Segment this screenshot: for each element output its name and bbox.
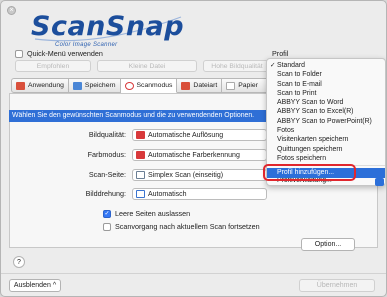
quality-recommended-button[interactable]: Empfohlen	[15, 60, 91, 72]
select-value: Automatische Auflösung	[148, 131, 224, 139]
chevron-up-icon: ^	[52, 282, 57, 289]
scanvorgang-row[interactable]: Scanvorgang nach aktuellem Scan fortsetz…	[103, 222, 260, 231]
settings-tabbar: Anwendung Speichern Scanmodus Dateiart P…	[11, 78, 271, 93]
tab-label: Papier	[238, 82, 258, 89]
color-mode-icon	[136, 151, 145, 159]
select-value: Simplex Scan (einseitig)	[148, 171, 224, 179]
leere-seiten-row[interactable]: ✓ Leere Seiten auslassen	[103, 209, 190, 218]
app-icon	[16, 81, 25, 90]
hide-button-label: Ausblenden	[13, 282, 51, 289]
filetype-icon	[181, 81, 191, 90]
image-quality-icon	[136, 131, 145, 139]
bildqualitaet-label: Bildqualität:	[88, 130, 126, 139]
farbmodus-select[interactable]: Automatische Farberkennung	[132, 149, 267, 161]
checkmark-icon: ✓	[270, 62, 276, 69]
bottom-divider	[1, 273, 386, 274]
scansnap-logo: ScanSnap Color Image Scanner	[31, 11, 221, 51]
tab-label: Dateiart	[193, 82, 218, 89]
scansnap-settings-window: × ScanSnap Color Image Scanner Quick-Men…	[0, 0, 387, 297]
scanvorgang-label: Scanvorgang nach aktuellem Scan fortsetz…	[115, 222, 260, 231]
hide-button[interactable]: Ausblenden ^	[9, 279, 61, 292]
profile-item-label: Standard	[277, 62, 305, 69]
tab-papier[interactable]: Papier	[222, 78, 271, 93]
leere-seiten-label: Leere Seiten auslassen	[115, 209, 191, 218]
tab-label: Scanmodus	[136, 82, 173, 89]
profile-item[interactable]: ABBYY Scan to Word	[267, 98, 385, 107]
logo-title: ScanSnap	[31, 11, 185, 42]
profile-item-standard[interactable]: ✓ Standard	[267, 61, 385, 70]
scanseite-select[interactable]: Simplex Scan (einseitig)	[132, 169, 267, 181]
scan-side-icon	[136, 171, 145, 179]
help-button[interactable]: ?	[13, 256, 25, 268]
close-button[interactable]: ×	[7, 6, 16, 15]
instruction-banner: Wählen Sie den gewünschten Scanmodus und…	[9, 110, 271, 122]
profile-item[interactable]: Scan to Folder	[267, 70, 385, 79]
leere-seiten-checkbox[interactable]: ✓	[103, 209, 111, 218]
bilddrehung-select[interactable]: Automatisch	[132, 188, 267, 200]
option-button[interactable]: Option...	[301, 238, 355, 251]
tab-speichern[interactable]: Speichern	[68, 78, 121, 93]
profile-item[interactable]: Fotos	[267, 126, 385, 135]
quality-high-button[interactable]: Hohe Bildqualität	[203, 60, 271, 72]
logo-subtitle: Color Image Scanner	[55, 42, 118, 48]
save-icon	[72, 81, 82, 90]
profile-label: Profil	[272, 49, 289, 58]
tab-label: Speichern	[84, 82, 116, 89]
profile-item[interactable]: Visitenkarten speichern	[267, 135, 385, 144]
profile-item[interactable]: Fotos speichern	[267, 154, 385, 163]
apply-button[interactable]: Übernehmen	[299, 279, 375, 292]
quick-menu-row[interactable]: Quick-Menü verwenden	[15, 49, 103, 58]
tab-dateiart[interactable]: Dateiart	[177, 78, 223, 93]
rotation-icon	[136, 190, 145, 198]
tab-anwendung[interactable]: Anwendung	[11, 78, 69, 93]
quick-menu-label: Quick-Menü verwenden	[27, 49, 103, 58]
select-value: Automatisch	[148, 190, 187, 198]
paper-icon	[226, 81, 236, 90]
profile-item[interactable]: Scan to E-mail	[267, 80, 385, 89]
highlight-ring	[263, 164, 356, 181]
scanmode-icon	[124, 81, 134, 90]
scanvorgang-checkbox[interactable]	[103, 222, 111, 231]
farbmodus-label: Farbmodus:	[87, 150, 126, 159]
bildqualitaet-select[interactable]: Automatische Auflösung	[132, 129, 267, 141]
quality-small-file-button[interactable]: Kleine Datei	[97, 60, 197, 72]
select-value: Automatische Farberkennung	[148, 151, 240, 159]
close-icon: ×	[9, 7, 14, 14]
quality-buttons: Empfohlen Kleine Datei Hohe Bildqualität	[15, 60, 271, 72]
dropdown-side-button	[375, 178, 384, 186]
tab-label: Anwendung	[28, 82, 64, 89]
scanseite-label: Scan-Seite:	[88, 170, 126, 179]
bilddrehung-label: Bilddrehung:	[85, 189, 126, 198]
profile-item[interactable]: Scan to Print	[267, 89, 385, 98]
tab-scanmodus[interactable]: Scanmodus	[120, 78, 178, 93]
quick-menu-checkbox[interactable]	[15, 49, 23, 58]
profile-item[interactable]: Quittungen speichern	[267, 145, 385, 154]
profile-item[interactable]: ABBYY Scan to PowerPoint(R)	[267, 117, 385, 126]
profile-item[interactable]: ABBYY Scan to Excel(R)	[267, 107, 385, 116]
